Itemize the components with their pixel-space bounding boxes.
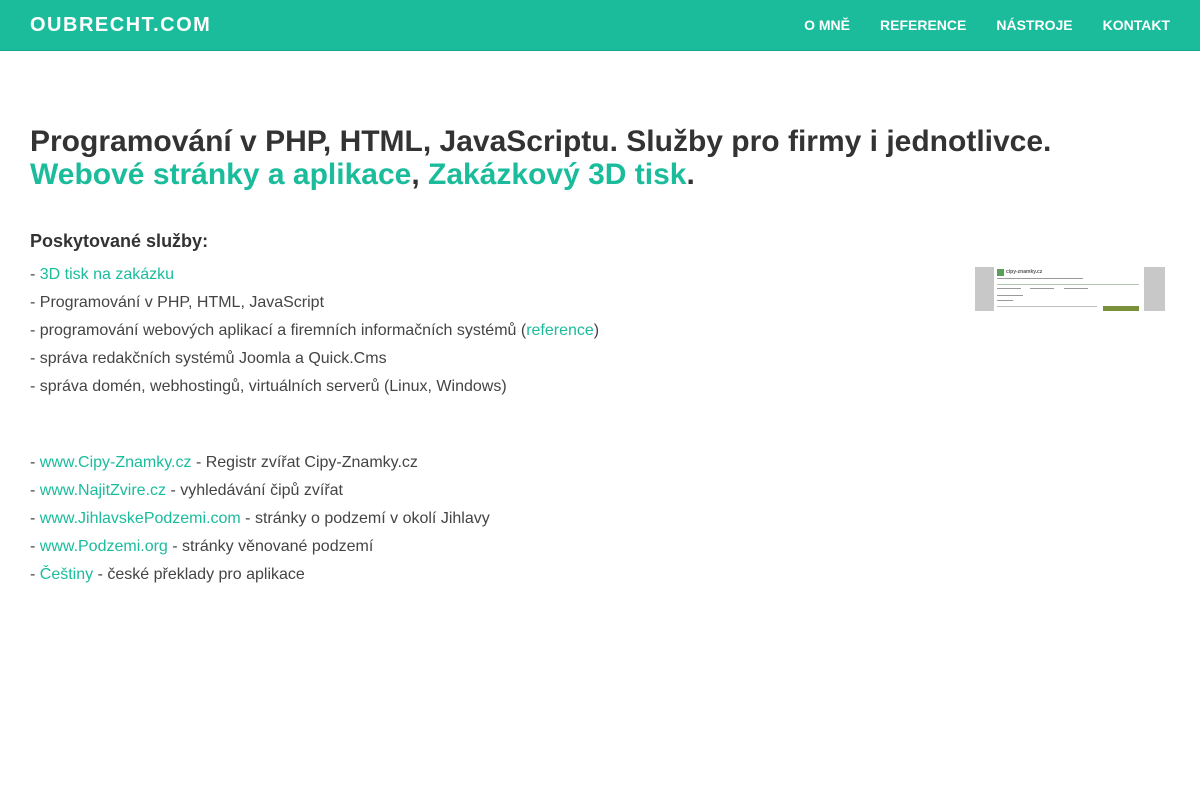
service-item: - správa redakčních systémů Joomla a Qui… — [30, 350, 387, 367]
project-prefix: - — [30, 538, 40, 555]
project-link-cestiny[interactable]: Češtiny — [40, 566, 93, 583]
nav-item-nastroje[interactable]: NÁSTROJE — [996, 0, 1072, 50]
thumbnail-text-line — [1030, 288, 1054, 289]
project-prefix: - — [30, 510, 40, 527]
project-link-cipy-znamky[interactable]: www.Cipy-Znamky.cz — [40, 454, 192, 471]
service-prefix: - — [30, 266, 40, 283]
nav-item-kontakt[interactable]: KONTAKT — [1103, 0, 1170, 50]
project-link-jihlavske-podzemi[interactable]: www.JihlavskePodzemi.com — [40, 510, 241, 527]
services-heading: Poskytované služby: — [30, 231, 209, 251]
service-link-reference[interactable]: reference — [526, 322, 594, 339]
nav-item-o-mne[interactable]: O MNĚ — [804, 0, 850, 50]
service-text: - programování webových aplikací a firem… — [30, 322, 527, 339]
thumbnail-green-button — [1103, 306, 1139, 311]
headline-link-3d-print[interactable]: Zakázkový 3D tisk — [428, 158, 686, 191]
project-desc: - vyhledávání čipů zvířat — [166, 482, 343, 499]
project-item: - www.NajitZvire.cz - vyhledávání čipů z… — [30, 477, 1170, 505]
thumbnail-logo-text: cipy-znamky.cz — [1006, 269, 1043, 275]
service-item: - správa domén, webhostingů, virtuálních… — [30, 378, 507, 395]
page-headline: Programování v PHP, HTML, JavaScriptu. S… — [30, 125, 1170, 191]
service-link-3d-print[interactable]: 3D tisk na zakázku — [40, 266, 174, 283]
project-prefix: - — [30, 454, 40, 471]
thumbnail-text-line — [997, 288, 1021, 289]
projects-list: - www.Cipy-Znamky.cz - Registr zvířat Ci… — [30, 449, 1170, 589]
thumbnail-logo-icon — [997, 269, 1004, 276]
thumbnail-text-line — [997, 295, 1023, 296]
project-item: - www.Podzemi.org - stránky věnované pod… — [30, 533, 1170, 561]
main-content: Programování v PHP, HTML, JavaScriptu. S… — [30, 125, 1170, 589]
headline-link-web[interactable]: Webové stránky a aplikace — [30, 158, 411, 191]
top-navbar: OUBRECHT.COM O MNĚ REFERENCE NÁSTROJE KO… — [0, 0, 1200, 51]
main-nav: O MNĚ REFERENCE NÁSTROJE KONTAKT — [774, 0, 1170, 50]
headline-line1: Programování v PHP, HTML, JavaScriptu. S… — [30, 125, 1052, 158]
thumbnail-text-line — [997, 278, 1083, 279]
nav-item-reference[interactable]: REFERENCE — [880, 0, 966, 50]
project-desc: - české překlady pro aplikace — [93, 566, 305, 583]
project-item: - www.JihlavskePodzemi.com - stránky o p… — [30, 505, 1170, 533]
headline-end: . — [686, 158, 695, 191]
project-link-podzemi-org[interactable]: www.Podzemi.org — [40, 538, 168, 555]
project-desc: - Registr zvířat Cipy-Znamky.cz — [191, 454, 418, 471]
project-desc: - stránky věnované podzemí — [167, 538, 374, 555]
headline-separator: , — [411, 158, 420, 191]
project-item: - www.Cipy-Znamky.cz - Registr zvířat Ci… — [30, 449, 1170, 477]
service-item: - programování webových aplikací a firem… — [30, 317, 1170, 345]
brand-logo-link[interactable]: OUBRECHT.COM — [30, 0, 211, 50]
thumbnail-menu-line — [997, 284, 1139, 285]
project-prefix: - — [30, 482, 40, 499]
project-prefix: - — [30, 566, 40, 583]
thumbnail-page-preview: cipy-znamky.cz — [994, 267, 1144, 311]
thumbnail-text-line — [997, 300, 1013, 301]
project-desc: - stránky o podzemí v okolí Jihlavy — [240, 510, 490, 527]
reference-thumbnail[interactable]: cipy-znamky.cz — [975, 267, 1165, 311]
service-text-end: ) — [593, 322, 600, 339]
project-item: - Češtiny - české překlady pro aplikace — [30, 561, 1170, 589]
thumbnail-text-line — [997, 306, 1097, 307]
thumbnail-text-line — [1064, 288, 1088, 289]
project-link-najitzvire[interactable]: www.NajitZvire.cz — [40, 482, 166, 499]
